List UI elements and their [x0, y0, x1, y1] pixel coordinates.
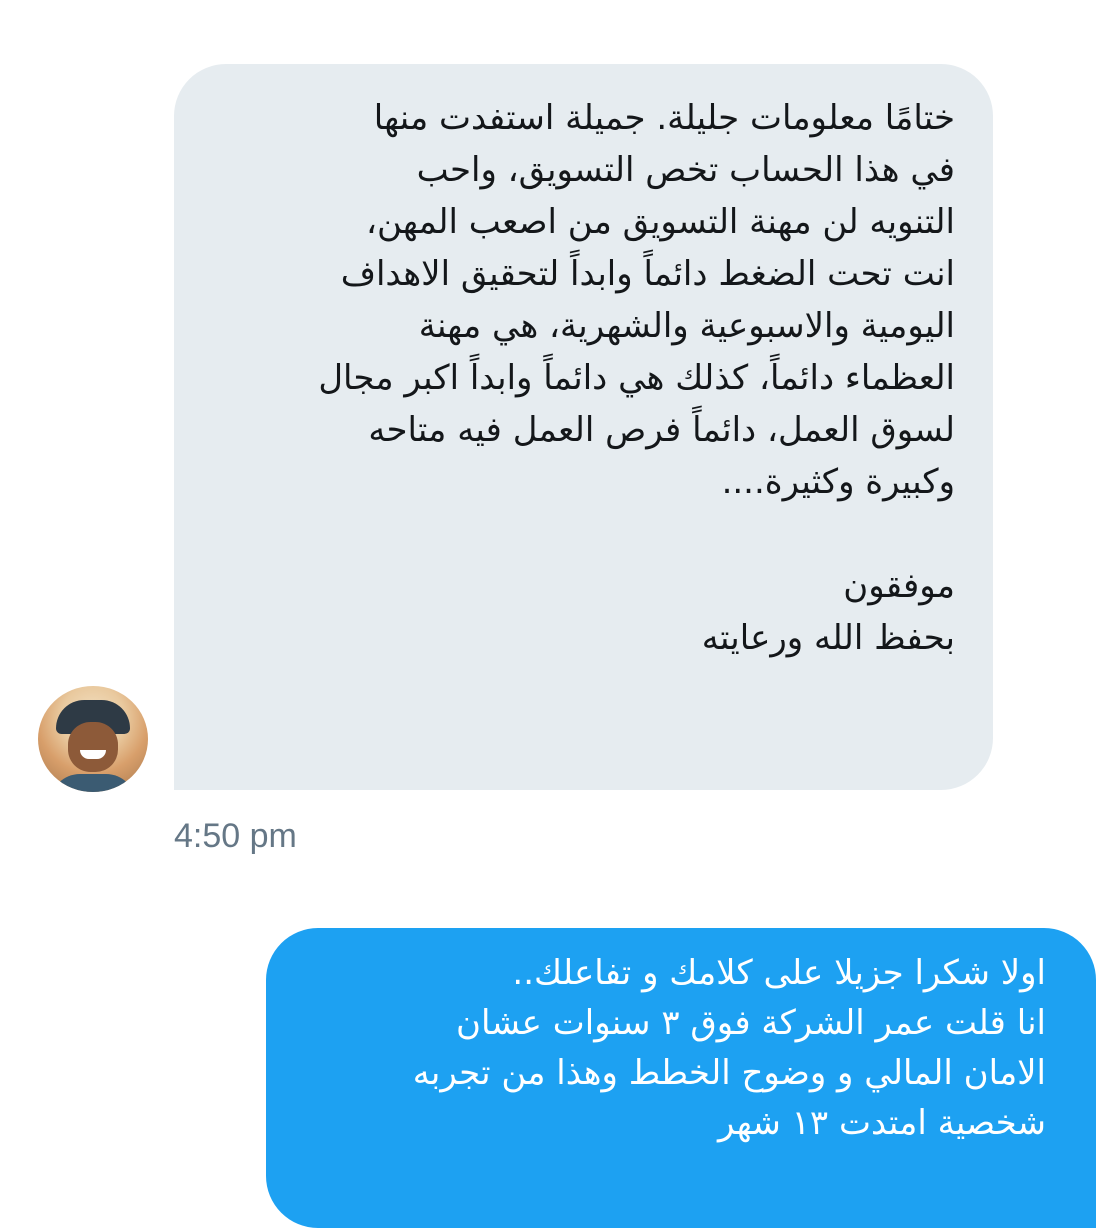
sender-avatar[interactable]	[38, 686, 148, 792]
avatar-face-shape	[68, 722, 118, 772]
sent-message-text: اولا شكرا جزيلا على كلامك و تفاعلك.. انا…	[412, 953, 1046, 1143]
message-timestamp: 4:50 pm	[174, 817, 297, 855]
avatar-shirt-shape	[50, 774, 136, 792]
received-message-bubble[interactable]: ختامًا معلومات جليلة. جميلة استفدت منها …	[174, 64, 993, 790]
sent-message-bubble[interactable]: اولا شكرا جزيلا على كلامك و تفاعلك.. انا…	[266, 928, 1096, 1228]
received-message-text: ختامًا معلومات جليلة. جميلة استفدت منها …	[318, 98, 955, 658]
